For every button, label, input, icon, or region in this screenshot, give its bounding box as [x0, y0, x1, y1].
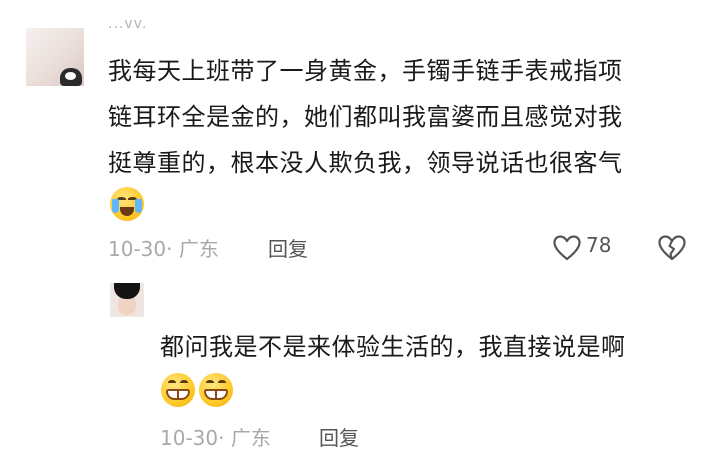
like-count: 78 [586, 233, 612, 257]
heart-icon[interactable] [553, 235, 581, 261]
comment-line: 链耳环全是金的，她们都叫我富婆而且感觉对我 [108, 103, 623, 131]
reply-button[interactable]: 回复 [319, 422, 359, 451]
comment-line: 我每天上班带了一身黄金，手镯手链手表戒指项 [108, 57, 623, 85]
comment-line: 挺尊重的，根本没人欺负我，领导说话也很客气 [108, 149, 623, 177]
reply-button[interactable]: 回复 [268, 233, 308, 262]
grinning-emoji [161, 373, 195, 407]
reply-text: 都问我是不是来体验生活的，我直接说是啊 [160, 333, 626, 361]
comment-thread: ...vv. 我每天上班带了一身黄金，手镯手链手表戒指项 链耳环全是金的，她们都… [0, 0, 718, 457]
crying-laughing-emoji [110, 187, 144, 221]
reply-avatar[interactable] [110, 283, 144, 317]
comment-text: 我每天上班带了一身黄金，手镯手链手表戒指项 链耳环全是金的，她们都叫我富婆而且感… [108, 48, 683, 186]
emoji-row [161, 373, 237, 407]
broken-heart-icon[interactable] [658, 235, 686, 261]
comment-date-location: 10-30· 广东 [108, 237, 219, 261]
reply-date-location: 10-30· 广东 [160, 426, 271, 450]
avatar[interactable] [26, 28, 84, 86]
username[interactable]: ...vv. [108, 16, 147, 32]
grinning-emoji [199, 373, 233, 407]
